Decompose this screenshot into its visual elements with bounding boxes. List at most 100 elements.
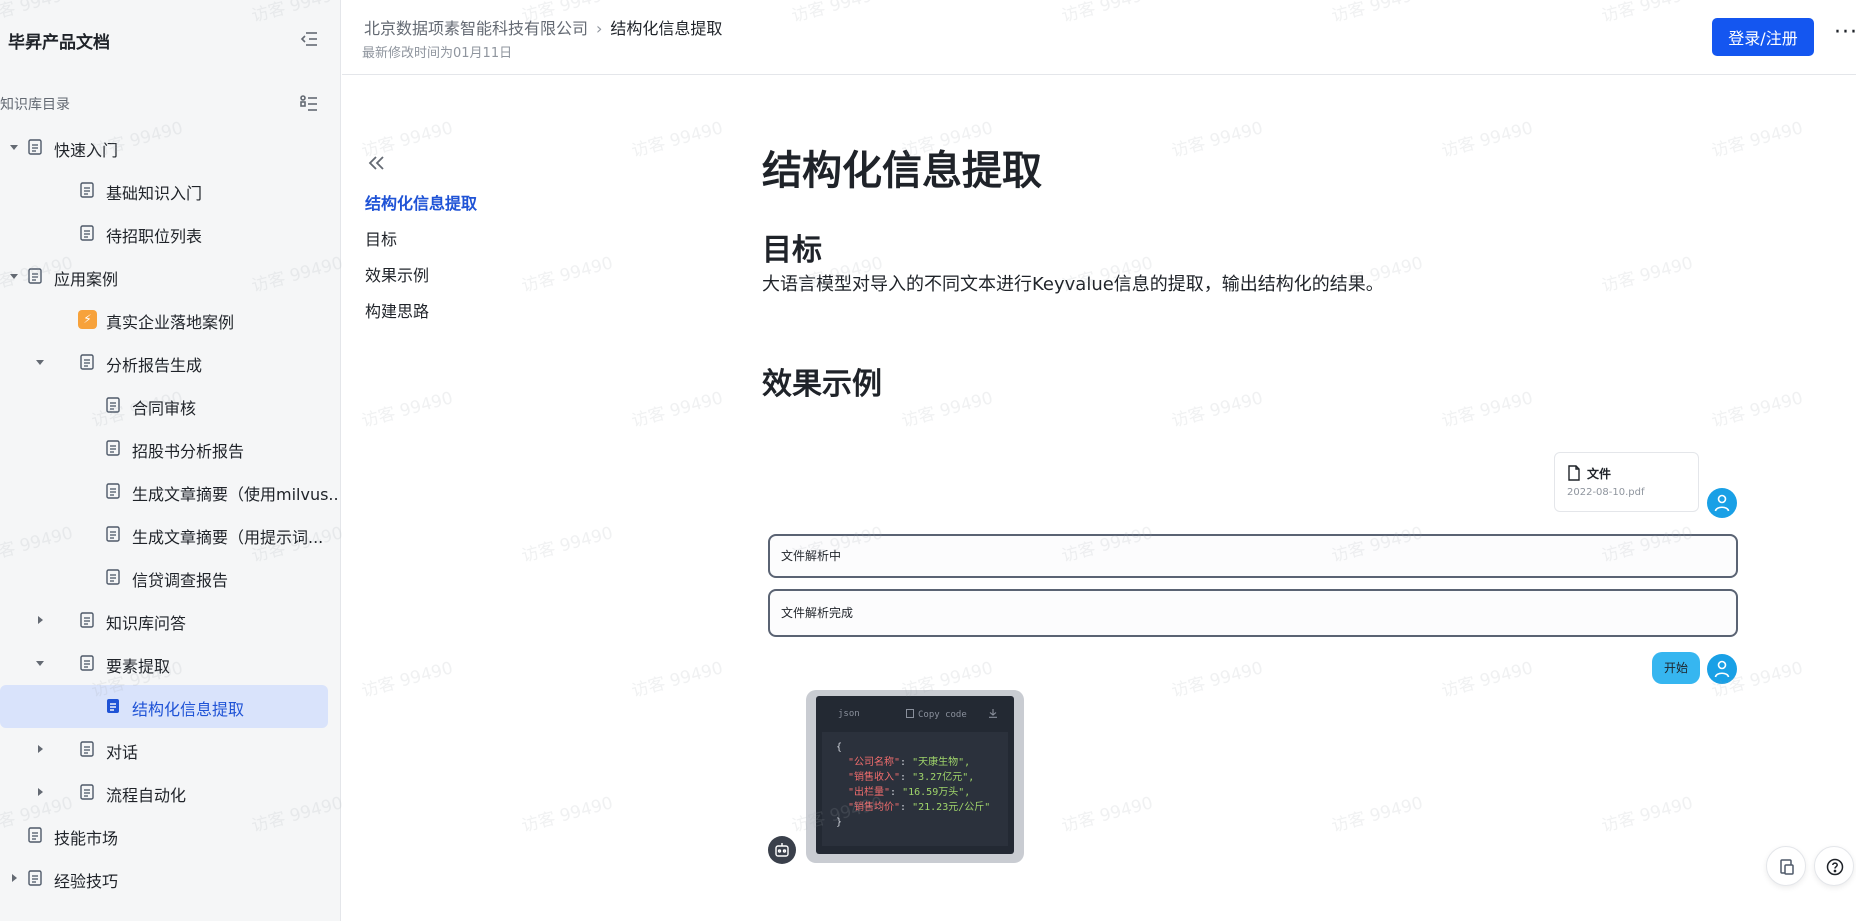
document-tools-icon[interactable] [1766, 846, 1806, 886]
heading-goal: 目标 [762, 233, 822, 268]
sidebar-item[interactable]: ⚡ 真实企业落地案例 [0, 298, 328, 341]
clipboard-icon [906, 709, 914, 718]
code-key: "销售收入" [848, 772, 901, 783]
code-value: "16.59万头", [902, 787, 971, 798]
code-brace-open: { [836, 742, 843, 753]
code-colon: : [900, 757, 913, 768]
toc-item[interactable]: 目标 [365, 222, 605, 258]
more-options-icon[interactable]: ··· [1834, 20, 1856, 45]
top-header: 北京数据项素智能科技有限公司 › 结构化信息提取 最新修改时间为01月11日 登录/… [342, 0, 1856, 75]
code-brace-close: } [836, 817, 843, 828]
sidebar-item-label: 知识库问答 [106, 614, 187, 633]
document-icon [28, 268, 42, 284]
sidebar-header: 毕昇产品文档 [8, 26, 328, 54]
code-content: { "公司名称": "天康生物", "销售收入": "3.27亿元", "出栏量": … [822, 732, 1008, 846]
lightning-badge-icon: ⚡ [78, 310, 97, 329]
user-avatar-icon [1707, 488, 1737, 518]
code-line: "出栏量": "16.59万头", [836, 785, 1008, 800]
sidebar-item[interactable]: 招股书分析报告 [0, 427, 328, 470]
last-modified-text: 最新修改时间为01月11日 [362, 46, 513, 61]
watermark-text: 访客 99490 [359, 388, 456, 432]
sidebar-item-label: 待招职位列表 [106, 227, 203, 246]
sidebar-item[interactable]: 结构化信息提取 [0, 685, 328, 728]
document-icon [28, 827, 42, 843]
sidebar-item[interactable]: 知识库问答 [0, 599, 328, 642]
watermark-text: 访客 99490 [629, 118, 726, 162]
sidebar-item-label: 流程自动化 [106, 786, 187, 805]
sidebar-item[interactable]: 经验技巧 [0, 857, 328, 900]
watermark-text: 访客 99490 [519, 793, 616, 837]
sidebar-title: 毕昇产品文档 [8, 33, 110, 53]
sidebar-item-label: 基础知识入门 [106, 184, 203, 203]
document-icon [28, 139, 42, 155]
code-value: "天康生物", [912, 757, 971, 768]
sidebar-item[interactable]: 快速入门 [0, 126, 328, 169]
sidebar-item-label: 招股书分析报告 [132, 442, 245, 461]
doc-content: 结构化信息提取 目标 大语言模型对导入的不同文本进行Keyvalue信息的提取，… [762, 138, 1782, 403]
toc-item[interactable]: 结构化信息提取 [365, 186, 605, 222]
login-register-button[interactable]: 登录/注册 [1712, 18, 1814, 56]
app-root: 毕昇产品文档 知识库目录 快速入门基础知识入门 待招职位列表应用案例 ⚡ 真实企业落地… [0, 0, 1856, 921]
sidebar-item[interactable]: 生成文章摘要（使用milvus... [0, 470, 340, 513]
outline-list-icon[interactable] [298, 92, 320, 114]
sidebar-item[interactable]: 待招职位列表 [0, 212, 328, 255]
code-key: "公司名称" [848, 757, 901, 768]
doc-title: 结构化信息提取 [762, 148, 1042, 194]
example-screenshot: 文件 2022-08-10.pdf 文件解析中 文件解析完成 开始 json C… [764, 448, 1744, 868]
sidebar-item-label: 对话 [106, 743, 139, 762]
sidebar-item[interactable]: 基础知识入门 [0, 169, 328, 212]
caret-down-icon[interactable] [8, 270, 20, 282]
code-toolbar: json Copy code [816, 696, 1014, 730]
caret-right-icon[interactable] [34, 786, 46, 798]
toc-item[interactable]: 构建思路 [365, 294, 605, 330]
caret-down-icon[interactable] [34, 657, 46, 669]
caret-right-icon[interactable] [34, 743, 46, 755]
code-value: "3.27亿元", [912, 772, 975, 783]
caret-down-icon[interactable] [8, 141, 20, 153]
sidebar-item[interactable]: 技能市场 [0, 814, 328, 857]
sidebar-item[interactable]: 要素提取 [0, 642, 328, 685]
caret-down-icon[interactable] [34, 356, 46, 368]
code-line: "公司名称": "天康生物", [836, 755, 1008, 770]
status-parsing: 文件解析中 [768, 534, 1738, 578]
status-done: 文件解析完成 [768, 589, 1738, 637]
doc-tree: 快速入门基础知识入门 待招职位列表应用案例 ⚡ 真实企业落地案例分析报告生成 合同审核招… [0, 126, 340, 900]
watermark-text: 访客 99490 [629, 388, 726, 432]
document-icon [106, 397, 120, 413]
document-icon [80, 655, 94, 671]
sidebar-item-label: 真实企业落地案例 [106, 313, 235, 332]
document-icon [80, 354, 94, 370]
download-icon[interactable] [988, 708, 998, 718]
sidebar-item[interactable]: 分析报告生成 [0, 341, 328, 384]
breadcrumb-parent[interactable]: 北京数据项素智能科技有限公司 [364, 19, 588, 38]
sidebar-item[interactable]: 流程自动化 [0, 771, 328, 814]
sidebar-item-label: 结构化信息提取 [132, 700, 245, 719]
file-card: 文件 2022-08-10.pdf [1554, 452, 1699, 512]
toc-item[interactable]: 效果示例 [365, 258, 605, 294]
sidebar-item[interactable]: 对话 [0, 728, 328, 771]
file-card-name: 2022-08-10.pdf [1567, 487, 1645, 498]
sidebar-item-label: 技能市场 [54, 829, 119, 848]
watermark-text: 访客 99490 [629, 658, 726, 702]
collapse-sidebar-icon[interactable] [298, 28, 320, 50]
document-icon [106, 569, 120, 585]
sidebar-item[interactable]: 合同审核 [0, 384, 328, 427]
code-value: "21.23元/公斤" [912, 802, 991, 813]
directory-label: 知识库目录 [0, 97, 70, 113]
goal-paragraph: 大语言模型对导入的不同文本进行Keyvalue信息的提取，输出结构化的结果。 [762, 274, 1384, 295]
sidebar: 毕昇产品文档 知识库目录 快速入门基础知识入门 待招职位列表应用案例 ⚡ 真实企业落地… [0, 0, 341, 921]
sidebar-item[interactable]: 生成文章摘要（用提示词... [0, 513, 328, 556]
document-icon [80, 225, 94, 241]
sidebar-item[interactable]: 信贷调查报告 [0, 556, 328, 599]
copy-code-button[interactable]: Copy code [906, 709, 967, 720]
caret-right-icon[interactable] [8, 872, 20, 884]
sidebar-item[interactable]: 应用案例 [0, 255, 328, 298]
caret-right-icon[interactable] [34, 614, 46, 626]
sidebar-item-label: 要素提取 [106, 657, 171, 676]
start-message-bubble: 开始 [1652, 652, 1700, 684]
document-icon [107, 699, 119, 713]
document-icon [106, 440, 120, 456]
code-colon: : [900, 772, 913, 783]
collapse-toc-icon[interactable] [365, 152, 387, 174]
help-icon[interactable] [1814, 846, 1854, 886]
